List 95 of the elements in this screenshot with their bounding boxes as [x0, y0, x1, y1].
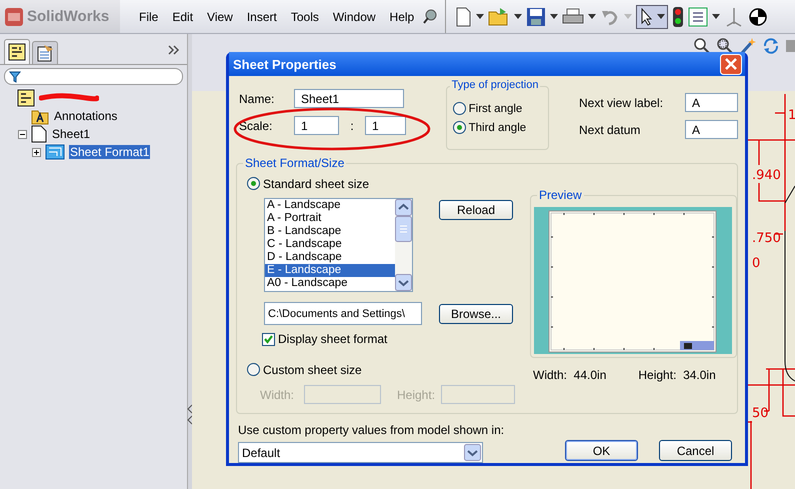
collapse-icon[interactable] — [18, 130, 27, 138]
drawing-icon — [17, 89, 35, 107]
radio-button[interactable] — [247, 363, 260, 376]
save-icon[interactable] — [526, 6, 546, 26]
tree-item[interactable]: Sheet Format1 — [69, 145, 150, 159]
list-item[interactable]: E - Landscape — [265, 264, 395, 277]
group-title: Type of projection — [450, 79, 540, 91]
field-label: Scale: — [238, 118, 274, 132]
redaction-scribble — [39, 92, 99, 104]
folder-icon — [31, 108, 49, 124]
refresh-icon[interactable] — [762, 37, 780, 55]
field-label: Use custom property values from model shown in: — [238, 423, 504, 437]
expand-icon[interactable] — [32, 148, 41, 156]
panel-tab[interactable] — [32, 41, 58, 64]
caret-icon[interactable] — [550, 14, 558, 20]
path-field[interactable]: C:\Documents and Settings\ — [264, 302, 422, 325]
zoom-icon[interactable] — [693, 37, 711, 55]
menu-item[interactable]: Insert — [240, 10, 284, 24]
configuration-dropdown[interactable]: Default — [238, 442, 483, 463]
scale-field[interactable]: 1 — [294, 116, 339, 135]
list-icon[interactable] — [688, 6, 708, 26]
height-readout: Height: 34.0in — [638, 368, 716, 382]
field-label: Width: — [260, 388, 296, 402]
tree-item[interactable]: Annotations — [53, 109, 118, 123]
width-field[interactable] — [304, 385, 381, 404]
dimension-text: 50 — [752, 406, 769, 421]
radio-label: Custom sheet size — [263, 362, 362, 376]
caret-icon[interactable] — [476, 14, 484, 20]
dimension-text: .750 — [752, 231, 781, 246]
ok-button[interactable]: OK — [565, 440, 638, 461]
select-button[interactable] — [636, 4, 668, 28]
menu-item[interactable]: Window — [326, 10, 383, 24]
reload-button[interactable]: Reload — [439, 200, 513, 220]
traffic-light-icon[interactable] — [672, 6, 684, 28]
group-title: Preview — [537, 188, 584, 202]
scale-field[interactable]: 1 — [365, 116, 406, 135]
app-logo: SolidWorks — [0, 0, 120, 33]
logo-icon — [4, 6, 24, 26]
list-item[interactable]: D - Landscape — [265, 251, 395, 264]
sheet-size-list[interactable]: A - Landscape A - Portrait B - Landscape C - Landscape D - Landscape E - Landscape A0 - Landscape — [264, 198, 413, 292]
list-item[interactable]: B - Landscape — [265, 225, 395, 238]
scroll-down-icon[interactable] — [395, 274, 412, 291]
ratio-separator: : — [349, 118, 355, 132]
new-document-icon[interactable] — [454, 6, 472, 26]
scroll-up-icon[interactable] — [395, 199, 412, 216]
browse-button[interactable]: Browse... — [439, 304, 513, 324]
checkbox-label: Display sheet format — [278, 332, 388, 346]
sheet-icon — [31, 125, 47, 143]
filter-icon — [9, 70, 21, 82]
group-title: Sheet Format/Size — [243, 156, 346, 170]
menu-item[interactable]: Edit — [165, 10, 200, 24]
datum-field[interactable]: A — [685, 120, 738, 139]
menu-item[interactable]: Tools — [284, 10, 326, 24]
cancel-button[interactable]: Cancel — [659, 440, 732, 461]
dimension-text: 0 — [752, 256, 760, 271]
caret-icon[interactable] — [712, 14, 720, 20]
menu-item[interactable]: File — [132, 10, 166, 24]
folder-icon[interactable] — [488, 6, 510, 26]
field-label: Height: — [397, 388, 436, 402]
radio-button[interactable] — [247, 177, 260, 190]
field-label: Next view label: — [579, 96, 664, 110]
printer-icon[interactable] — [562, 6, 584, 26]
dimension-text: 1 — [788, 108, 795, 123]
list-item[interactable]: C - Landscape — [265, 238, 395, 251]
view-label-field[interactable]: A — [685, 93, 738, 112]
list-item[interactable]: A - Landscape — [265, 199, 395, 212]
magic-wand-icon[interactable] — [739, 37, 757, 55]
checkbox[interactable] — [262, 332, 275, 346]
caret-icon — [657, 14, 666, 20]
field-label: Next datum — [579, 122, 642, 136]
filter-field[interactable] — [4, 68, 184, 85]
list-item[interactable]: A - Portrait — [265, 212, 395, 225]
field-label: Name: — [238, 92, 276, 106]
tree-item[interactable]: Sheet1 — [51, 127, 92, 141]
height-field[interactable] — [441, 385, 515, 404]
radio-label: First angle — [468, 102, 522, 114]
name-field[interactable]: Sheet1 — [294, 89, 404, 108]
menu-item[interactable]: View — [200, 10, 240, 24]
quadrant-circle-icon[interactable] — [748, 6, 768, 26]
radio-button[interactable] — [452, 121, 466, 134]
width-readout: Width: 44.0in — [533, 368, 606, 382]
scroll-thumb[interactable] — [395, 216, 412, 242]
radio-button[interactable] — [452, 102, 466, 115]
dialog-title: Sheet Properties — [233, 56, 336, 72]
radio-label: Third angle — [468, 122, 526, 134]
dimension-text: .940 — [752, 168, 781, 183]
caret-icon[interactable] — [588, 14, 596, 20]
panel-tab[interactable] — [4, 39, 30, 64]
menu-item[interactable]: Help — [382, 10, 422, 24]
pin-icon[interactable] — [421, 8, 440, 26]
list-item[interactable]: A0 - Landscape — [265, 277, 395, 290]
radio-label: Standard sheet size — [263, 176, 370, 190]
sheet-format-icon — [45, 144, 65, 160]
close-icon[interactable] — [720, 54, 742, 74]
caret-icon[interactable] — [514, 14, 522, 20]
